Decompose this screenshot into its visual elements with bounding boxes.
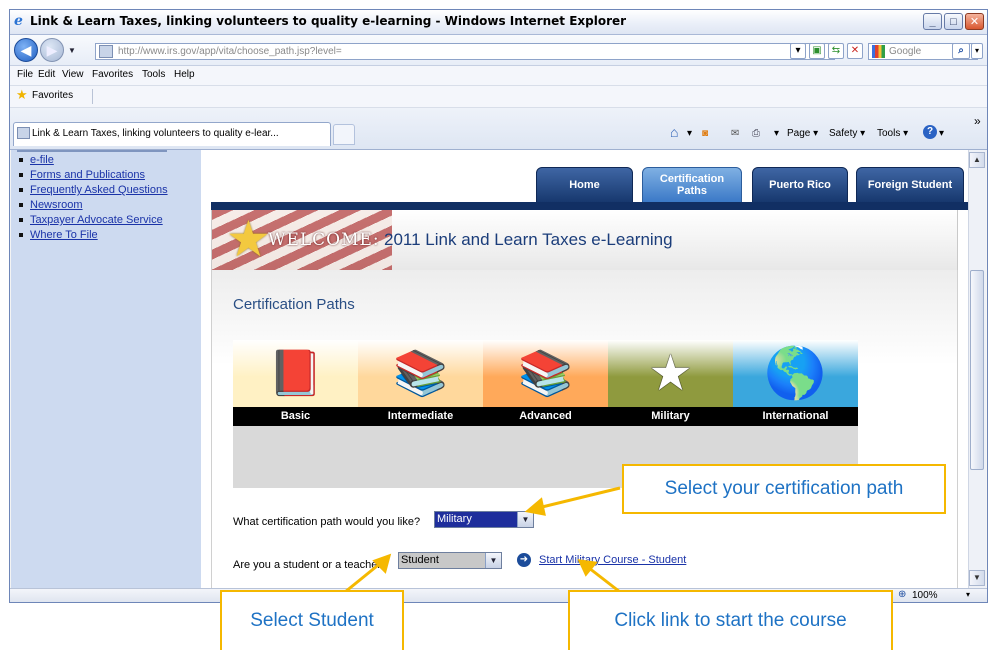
callout-click-link: Click link to start the course [568, 590, 893, 650]
callout-select-path: Select your certification path [622, 464, 946, 514]
arrow-to-start-link [588, 566, 621, 594]
arrow-to-path-select [537, 486, 621, 510]
callout-select-student: Select Student [220, 590, 404, 650]
callout-arrows [344, 486, 621, 594]
arrow-to-role-select [344, 560, 383, 594]
arrowhead-path [524, 497, 546, 516]
arrowhead-role [372, 553, 392, 574]
